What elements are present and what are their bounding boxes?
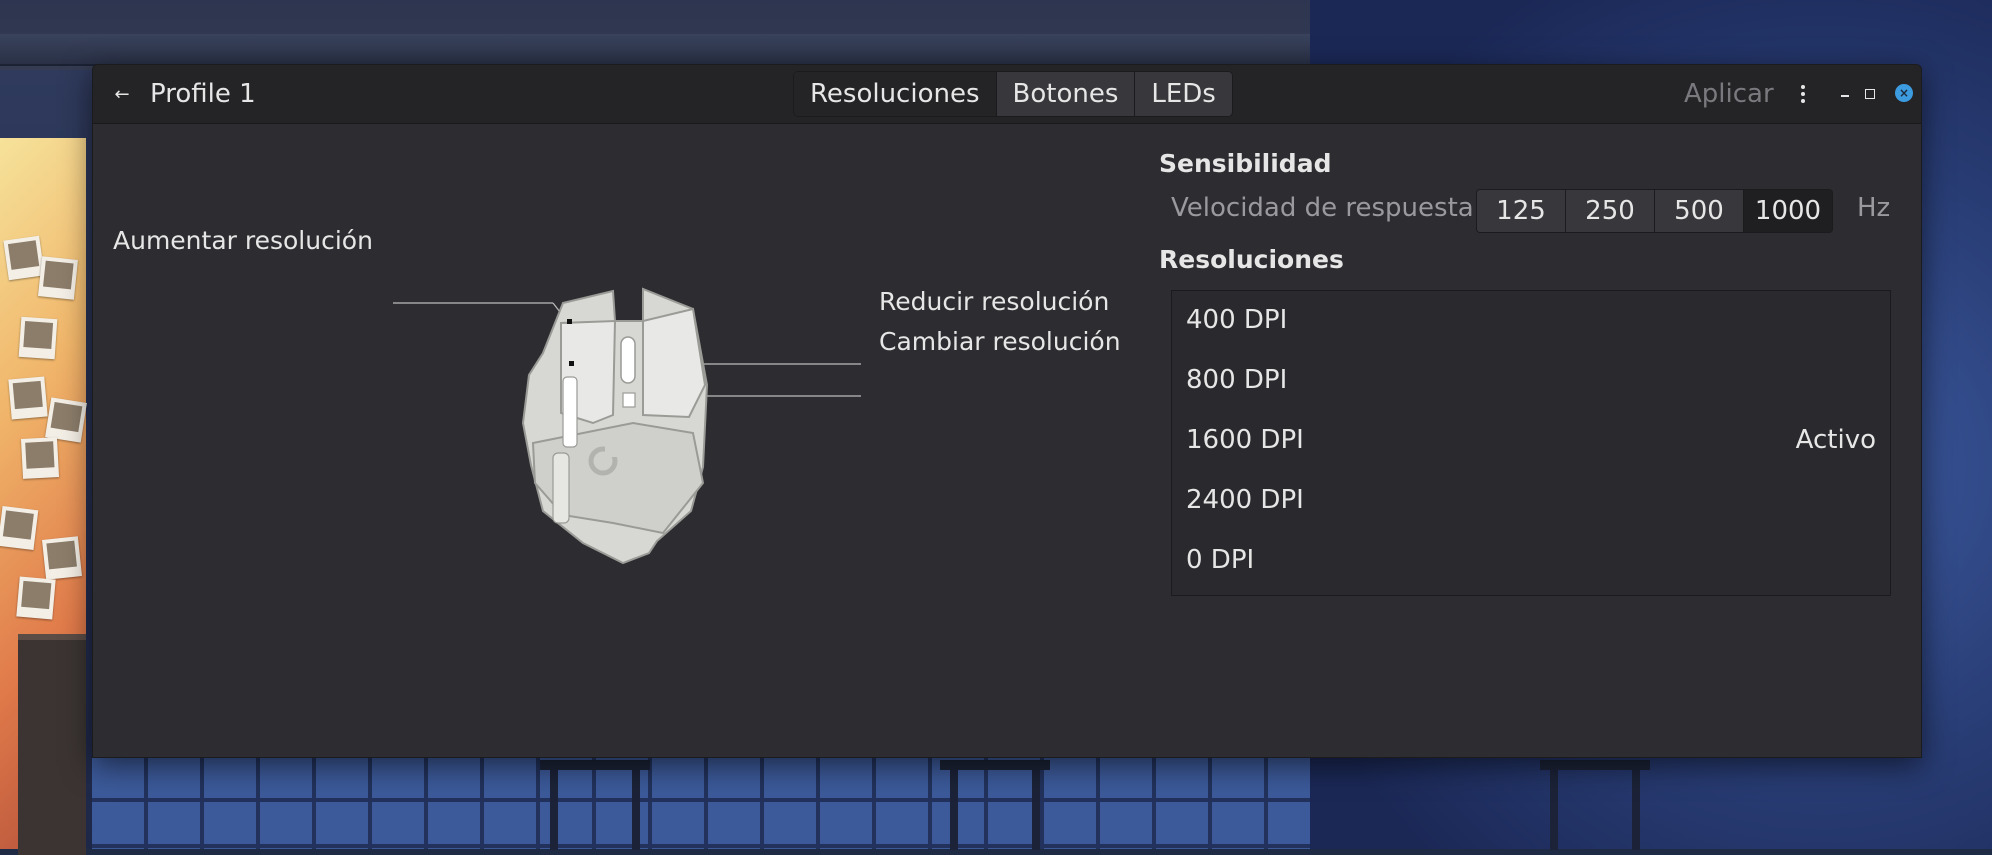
polling-rate-125[interactable]: 125: [1477, 190, 1566, 232]
callout-cycle-resolution: Cambiar resolución: [879, 327, 1121, 356]
wallpaper-tile-wall: [92, 756, 1310, 849]
menu-button[interactable]: [1793, 79, 1813, 109]
wallpaper-photo: [0, 505, 39, 551]
wallpaper-photo: [45, 397, 87, 443]
sensitivity-heading: Sensibilidad: [1159, 149, 1332, 178]
wallpaper-photo: [16, 576, 56, 620]
resolution-value: 800 DPI: [1186, 365, 1288, 395]
header-bar: ← Profile 1 Resoluciones Botones LEDs Ap…: [93, 65, 1921, 124]
view-switcher: Resoluciones Botones LEDs: [793, 71, 1233, 117]
close-icon: ×: [1898, 86, 1910, 100]
profile-title: Profile 1: [150, 79, 256, 109]
callout-increase-resolution: Aumentar resolución: [113, 226, 373, 255]
wallpaper-shelf: [0, 34, 1310, 66]
dpi-up-marker: [567, 319, 572, 324]
resolution-row-5[interactable]: 0 DPI: [1172, 531, 1890, 591]
polling-rate-selector: 125 250 500 1000: [1476, 189, 1833, 233]
dpi-down-marker: [569, 361, 574, 366]
wallpaper-stool: [940, 760, 1050, 850]
tab-botones[interactable]: Botones: [996, 72, 1136, 116]
minimize-button[interactable]: [1839, 87, 1851, 99]
wallpaper-stool: [540, 760, 650, 850]
app-window: ← Profile 1 Resoluciones Botones LEDs Ap…: [92, 64, 1922, 758]
tab-leds[interactable]: LEDs: [1135, 72, 1232, 116]
resolution-value: 400 DPI: [1186, 305, 1288, 335]
resolution-row-3[interactable]: 1600 DPI Activo: [1172, 411, 1890, 471]
wallpaper-photo: [8, 376, 48, 420]
tab-resoluciones[interactable]: Resoluciones: [794, 72, 997, 116]
active-badge: Activo: [1795, 425, 1876, 455]
scroll-wheel: [620, 336, 636, 384]
resolution-row-4[interactable]: 2400 DPI: [1172, 471, 1890, 531]
side-button: [562, 376, 578, 448]
mouse-body: [521, 287, 709, 565]
wallpaper-photo: [20, 437, 60, 479]
resolution-row-1[interactable]: 400 DPI: [1172, 291, 1890, 351]
wallpaper-door-frame: [18, 634, 86, 855]
thumb-rest-button: [552, 452, 570, 524]
polling-rate-500[interactable]: 500: [1655, 190, 1744, 232]
close-button[interactable]: ×: [1895, 84, 1913, 102]
wallpaper-photo: [3, 235, 45, 281]
mouse-diagram: [393, 287, 861, 565]
resolution-row-2[interactable]: 800 DPI: [1172, 351, 1890, 411]
resolution-value: 2400 DPI: [1186, 485, 1304, 515]
polling-rate-label: Velocidad de respuesta: [1171, 193, 1474, 223]
back-button[interactable]: ←: [107, 79, 137, 109]
wallpaper-photo: [42, 536, 82, 580]
polling-rate-unit: Hz: [1857, 193, 1891, 223]
wallpaper-photo: [18, 316, 58, 360]
back-arrow-icon: ←: [114, 83, 130, 105]
wallpaper-stool: [1540, 760, 1650, 850]
polling-rate-250[interactable]: 250: [1566, 190, 1655, 232]
maximize-button[interactable]: [1865, 89, 1875, 99]
vertical-ellipsis-icon: [1801, 85, 1805, 89]
resolution-list: 400 DPI 800 DPI 1600 DPI Activo 2400 DPI…: [1171, 290, 1891, 596]
resolution-value: 0 DPI: [1186, 545, 1255, 575]
brand-logo: [605, 445, 619, 457]
callout-decrease-resolution: Reducir resolución: [879, 287, 1110, 316]
resolution-value: 1600 DPI: [1186, 425, 1304, 455]
polling-rate-1000[interactable]: 1000: [1744, 190, 1832, 232]
resolutions-heading: Resoluciones: [1159, 245, 1344, 274]
mouse-button: [622, 392, 636, 408]
wallpaper-photo: [38, 256, 78, 300]
apply-button[interactable]: Aplicar: [1684, 79, 1774, 109]
